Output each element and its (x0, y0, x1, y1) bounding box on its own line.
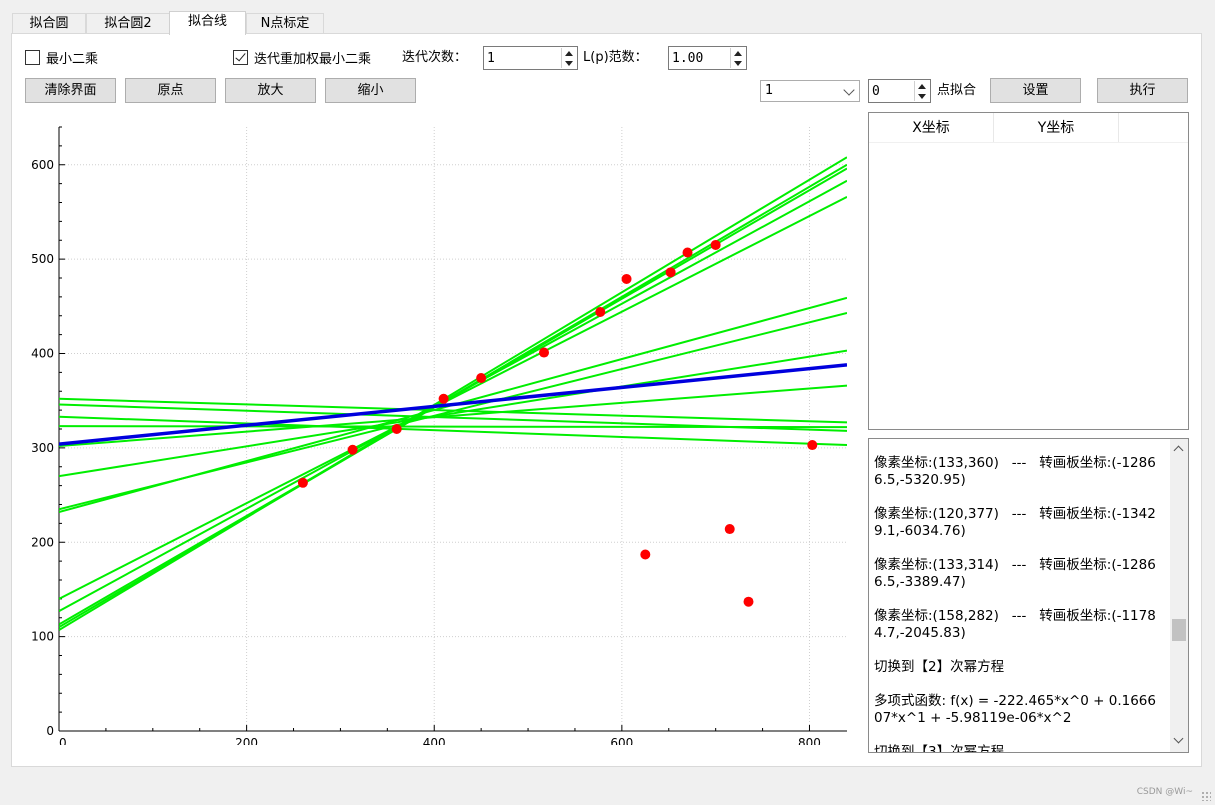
y-tick-label: 0 (46, 724, 54, 738)
coordinate-table[interactable]: X坐标 Y坐标 (868, 112, 1189, 430)
watermark: CSDN @Wi~ (1136, 787, 1193, 797)
tab-fit-circle-2[interactable]: 拟合圆2 (86, 13, 170, 34)
data-point (807, 440, 818, 451)
iterations-spinbox[interactable] (483, 46, 578, 70)
column-header-x[interactable]: X坐标 (869, 113, 994, 142)
x-tick-label: 400 (423, 736, 446, 745)
log-line: 多项式函数: f(x) = -222.465*x^0 + 0.166607*x^… (874, 693, 1156, 726)
tab-fit-line[interactable]: 拟合线 (169, 11, 246, 35)
table-header: X坐标 Y坐标 (869, 113, 1188, 143)
fit-line-chart[interactable]: 0 200 400 600 800 0 100 200 300 400 500 600 (28, 120, 848, 750)
point-count-select[interactable]: 1 (760, 80, 860, 102)
data-point (682, 247, 693, 258)
plot-area[interactable]: 0 200 400 600 800 0 100 200 300 400 500 600 (28, 120, 848, 750)
point-spin-input[interactable] (872, 82, 909, 100)
point-spinbox[interactable] (868, 79, 931, 103)
spin-up-icon[interactable] (562, 48, 576, 58)
spin-arrows[interactable] (730, 48, 745, 68)
lp-norm-label: L(p)范数： (583, 50, 648, 65)
zoom-out-button[interactable]: 缩小 (325, 78, 416, 103)
data-point (640, 549, 651, 560)
log-line: 像素坐标:(133,360) --- 转画板坐标:(-12866.5,-5320… (874, 455, 1156, 488)
tab-fit-circle[interactable]: 拟合圆 (12, 13, 86, 34)
log-output[interactable]: 标:(-12866.5,-5320.95)像素坐标:(133,360) --- … (868, 438, 1189, 753)
x-tick-label: 200 (235, 736, 258, 745)
least-squares-checkbox[interactable]: 最小二乘 (25, 48, 99, 67)
iterations-input[interactable] (487, 49, 556, 67)
y-tick-label: 200 (31, 535, 54, 549)
lines-group (59, 156, 847, 631)
spin-down-icon[interactable] (562, 58, 576, 68)
data-point (710, 239, 721, 250)
clear-button[interactable]: 清除界面 (25, 78, 116, 103)
data-point (391, 424, 402, 434)
lp-norm-input[interactable] (672, 49, 725, 67)
spin-up-icon[interactable] (731, 48, 745, 58)
scroll-up-icon[interactable] (1173, 445, 1184, 456)
log-line: 像素坐标:(158,282) --- 转画板坐标:(-11784.7,-2045… (874, 608, 1156, 641)
iteration-line (59, 195, 847, 600)
lp-norm-spinbox[interactable] (668, 46, 747, 70)
log-line: 像素坐标:(120,377) --- 转画板坐标:(-13429.1,-6034… (874, 506, 1156, 539)
spin-arrows[interactable] (914, 81, 929, 101)
y-tick-label: 600 (31, 158, 54, 172)
data-point (621, 273, 632, 284)
column-header-y[interactable]: Y坐标 (994, 113, 1119, 142)
log-line: 像素坐标:(133,314) --- 转画板坐标:(-12866.5,-3389… (874, 557, 1156, 590)
spin-arrows[interactable] (561, 48, 576, 68)
data-point (438, 393, 449, 404)
tab-n-point-calibration[interactable]: N点标定 (246, 13, 324, 34)
data-point (724, 524, 735, 535)
y-tick-label: 500 (31, 252, 54, 266)
y-tick-label: 400 (31, 347, 54, 361)
log-text: 标:(-12866.5,-5320.95)像素坐标:(133,360) --- … (874, 439, 1164, 753)
y-tick-label: 300 (31, 441, 54, 455)
scroll-thumb[interactable] (1172, 619, 1186, 641)
checkbox-icon (25, 49, 40, 65)
irls-label: 迭代重加权最小二乘 (254, 51, 372, 67)
x-tick-label: 0 (59, 736, 67, 745)
y-tick-label: 100 (31, 630, 54, 644)
checkbox-checked-icon (233, 49, 248, 65)
x-tick-label: 800 (798, 736, 821, 745)
data-point (297, 477, 308, 488)
spin-down-icon[interactable] (731, 58, 745, 68)
iteration-line (59, 156, 847, 631)
iteration-line (59, 397, 847, 424)
point-fit-label: 点拟合 (937, 83, 977, 98)
spin-up-icon[interactable] (915, 81, 929, 91)
data-point (538, 347, 549, 358)
iteration-line (59, 179, 847, 613)
spin-down-icon[interactable] (915, 91, 929, 101)
zoom-in-button[interactable]: 放大 (225, 78, 316, 103)
data-point (595, 306, 606, 317)
data-point (347, 444, 358, 455)
log-line: 切换到【2】次幂方程 (874, 659, 1005, 675)
iterations-label: 迭代次数： (402, 50, 468, 65)
data-point (743, 596, 754, 607)
point-count-value: 1 (765, 83, 774, 98)
irls-checkbox[interactable]: 迭代重加权最小二乘 (233, 48, 372, 67)
settings-button[interactable]: 设置 (990, 78, 1081, 103)
fit-line (59, 363, 847, 446)
data-point (476, 373, 487, 384)
resize-grip-icon[interactable] (1201, 791, 1211, 801)
vertical-scrollbar[interactable] (1170, 439, 1188, 752)
x-tick-label: 600 (610, 736, 633, 745)
scroll-down-icon[interactable] (1173, 733, 1184, 744)
chevron-down-icon (843, 84, 855, 96)
log-line: 切换到【3】次幂方程 (874, 744, 1005, 753)
execute-button[interactable]: 执行 (1097, 78, 1188, 103)
data-point (665, 267, 676, 278)
least-squares-label: 最小二乘 (46, 51, 99, 67)
origin-button[interactable]: 原点 (125, 78, 216, 103)
iteration-line (59, 349, 847, 478)
